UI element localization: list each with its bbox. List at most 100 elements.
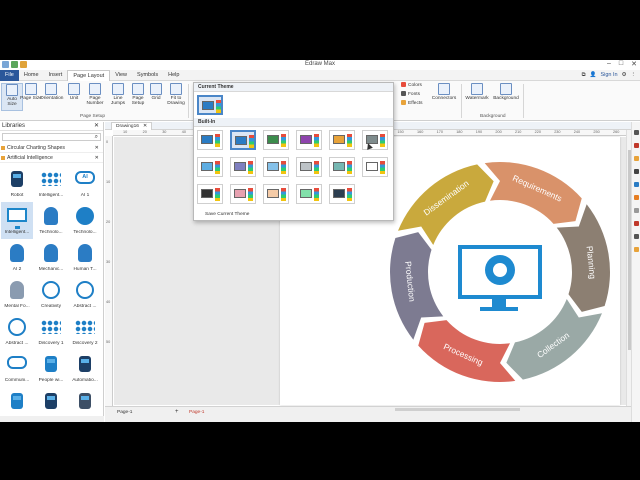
robot-icon (6, 169, 28, 191)
grid-button[interactable]: Grid (145, 83, 167, 101)
theme-thumbnail[interactable] (263, 184, 289, 204)
layers-icon[interactable] (633, 169, 639, 174)
theme-thumbnail[interactable] (296, 184, 322, 204)
share-icon[interactable]: ⧉ (582, 71, 586, 80)
ruler-tick-label: 150 (397, 130, 404, 134)
minimize-icon[interactable]: – (607, 60, 611, 68)
shape-creativity[interactable]: Creativity (35, 276, 67, 313)
navigation-icon[interactable] (633, 182, 639, 187)
shape-intelligent-2[interactable]: Intelligent... (1, 202, 33, 239)
sign-in-link[interactable]: Sign In (600, 71, 617, 80)
theme-thumbnail[interactable] (296, 130, 322, 150)
close-icon[interactable]: ✕ (95, 153, 99, 163)
save-current-theme-button[interactable]: Save Current Theme (205, 212, 249, 217)
shape-abstract-2[interactable]: Abstract ... (1, 313, 33, 350)
menu-insert[interactable]: Insert (44, 70, 68, 81)
library-category[interactable]: Circular Charting Shapes ✕ (0, 143, 103, 153)
shape-abstract-1[interactable]: Abstract ... (69, 276, 101, 313)
page-tab-active[interactable]: Page-1 (189, 410, 204, 415)
background-button[interactable]: Background (492, 83, 520, 101)
image-icon[interactable] (633, 156, 639, 161)
theme-thumbnail[interactable] (362, 157, 388, 177)
shape-robot[interactable]: Robot (1, 165, 33, 202)
theme-thumbnail[interactable] (296, 157, 322, 177)
horizontal-scrollbar[interactable] (395, 408, 520, 411)
shape-technology-1[interactable]: Technolo... (35, 202, 67, 239)
library-search-input[interactable]: ⌕ (2, 133, 101, 141)
menu-help[interactable]: Help (163, 70, 184, 81)
cycle-segment-requirements[interactable] (484, 162, 582, 224)
shape-communication[interactable]: Communi... (1, 350, 33, 387)
maximize-icon[interactable]: □ (619, 60, 623, 68)
theme-thumbnail[interactable] (230, 157, 256, 177)
menu-file[interactable]: File (0, 70, 19, 81)
shape-people-with[interactable]: People wi... (35, 350, 67, 387)
watermark-button[interactable]: Watermark (463, 83, 491, 101)
attachment-icon[interactable] (633, 208, 639, 213)
shape-technology-2[interactable]: Technolo... (69, 202, 101, 239)
theme-thumbnail[interactable] (263, 130, 289, 150)
theme-thumbnail[interactable] (329, 184, 355, 204)
shape-ai-2[interactable]: AI 2 (1, 239, 33, 276)
shape-mechanic[interactable]: Mechanic... (35, 239, 67, 276)
shape-ai-1[interactable]: AI AI 1 (69, 165, 101, 202)
comment-icon[interactable] (633, 247, 639, 252)
search-icon[interactable]: ⌕ (95, 134, 98, 140)
shape-discovery-1[interactable]: Discovery 1 (35, 313, 67, 350)
atom-icon (6, 317, 28, 339)
line-jumps-button[interactable]: Line Jumps (107, 83, 129, 106)
settings-icon[interactable]: ⚙ (622, 71, 627, 80)
user-icon[interactable]: 👤 (590, 71, 597, 80)
shape-human-t[interactable]: Human T... (69, 239, 101, 276)
cycle-segment-dissemination[interactable] (398, 164, 494, 246)
menu-home[interactable]: Home (19, 70, 44, 81)
hyperlink-icon[interactable] (633, 221, 639, 226)
theme-thumbnail[interactable] (197, 184, 223, 204)
format-icon[interactable] (633, 130, 639, 135)
title-bar: Edraw Max – □ ✕ (0, 60, 640, 70)
current-theme-thumbnail[interactable] (197, 95, 223, 115)
theme-thumbnail[interactable] (329, 157, 355, 177)
close-icon[interactable]: ✕ (94, 122, 99, 131)
page-tab[interactable]: Page-1 (117, 410, 132, 415)
shape-discovery-2[interactable]: Discovery 2 (69, 313, 101, 350)
menu-bar: File Home Insert Page Layout View Symbol… (0, 70, 640, 81)
close-icon[interactable]: ✕ (631, 60, 637, 68)
ai-monitor-icon[interactable] (458, 245, 542, 311)
history-icon[interactable] (633, 195, 639, 200)
document-tab[interactable]: Drawing16 ✕ (111, 122, 152, 130)
library-category[interactable]: Artificial Intelligence ✕ (0, 153, 103, 163)
effects-button[interactable]: Effects (401, 100, 423, 108)
menu-view[interactable]: View (110, 70, 132, 81)
theme-thumbnail[interactable] (263, 157, 289, 177)
close-icon[interactable]: ✕ (143, 124, 147, 129)
theme-thumbnail[interactable] (230, 184, 256, 204)
theme-thumbnail[interactable] (329, 130, 355, 150)
fill-icon[interactable] (633, 143, 639, 148)
theme-thumbnail[interactable] (197, 157, 223, 177)
theme-thumbnail[interactable] (230, 130, 256, 150)
note-icon[interactable] (633, 234, 639, 239)
menu-page-layout[interactable]: Page Layout (67, 70, 111, 81)
unit-button[interactable]: Unit (63, 83, 85, 101)
connectors-button[interactable]: Connectors (430, 83, 458, 101)
theme-thumbnail[interactable] (197, 130, 223, 150)
apps-icon[interactable]: ⋮ (631, 71, 637, 80)
orientation-icon (45, 83, 57, 95)
fit-to-drawing-button[interactable]: Fit to Drawing (165, 83, 187, 106)
shape-intelligent-1[interactable]: Intelligent... (35, 165, 67, 202)
shape-automation[interactable]: Automatio... (69, 350, 101, 387)
add-page-icon[interactable]: + (175, 409, 179, 415)
close-icon[interactable]: ✕ (95, 143, 99, 153)
background-icon (500, 83, 512, 95)
colors-button[interactable]: Colors (401, 82, 422, 90)
menu-right-tools: ⧉ 👤 Sign In ⚙ ⋮ (582, 71, 636, 80)
page-number-button[interactable]: Page Number (84, 83, 106, 106)
shape-mental-fo[interactable]: Mental Fo... (1, 276, 33, 313)
fonts-button[interactable]: Fonts (401, 91, 420, 99)
page-size-button[interactable]: Page Size (20, 83, 42, 101)
colors-icon (401, 82, 406, 87)
monitor-icon (6, 206, 28, 229)
orientation-button[interactable]: Orientation (40, 83, 63, 101)
menu-symbols[interactable]: Symbols (132, 70, 163, 81)
